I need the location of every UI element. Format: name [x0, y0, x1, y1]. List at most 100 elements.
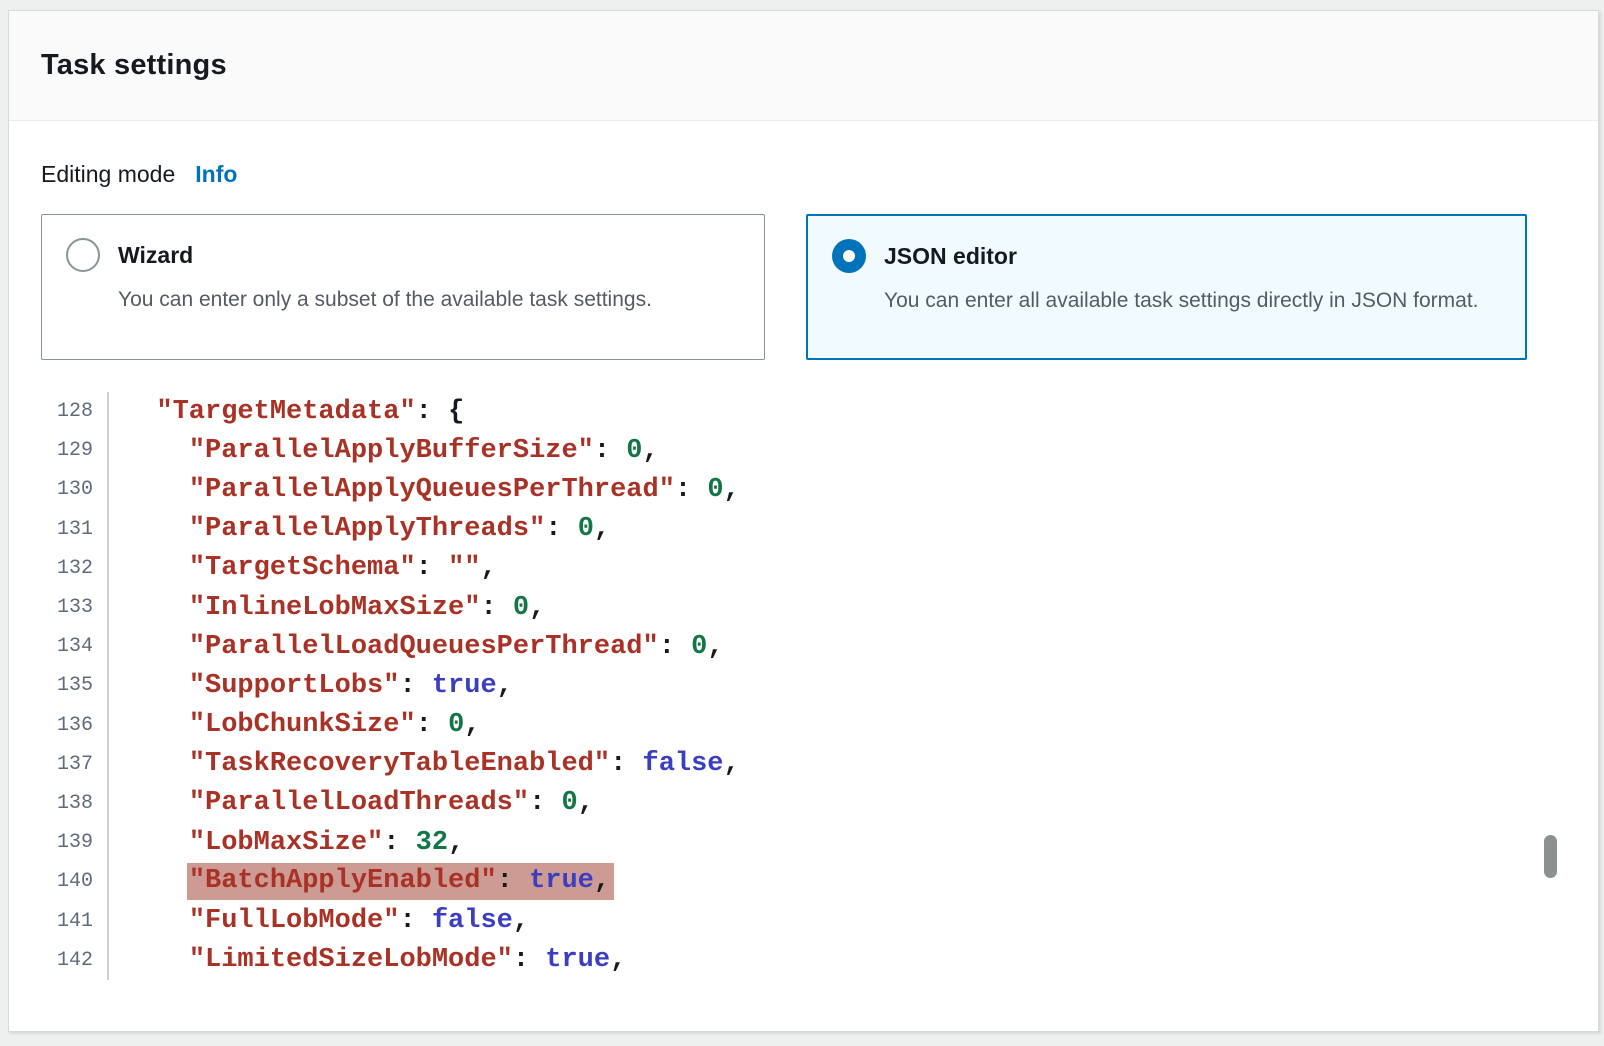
- code-line[interactable]: 131 "ParallelApplyThreads": 0,: [41, 510, 1566, 549]
- code-line[interactable]: 138 "ParallelLoadThreads": 0,: [41, 784, 1566, 823]
- json-colon: :: [545, 514, 577, 544]
- json-key: "SupportLobs": [189, 671, 400, 701]
- radio-selected-icon[interactable]: [832, 239, 866, 273]
- code-text: "LimitedSizeLobMode": true,: [109, 945, 626, 975]
- json-value: true: [545, 945, 610, 975]
- editing-mode-label: Editing mode: [41, 161, 175, 188]
- json-value: "": [448, 553, 480, 583]
- code-line[interactable]: 132 "TargetSchema": "",: [41, 549, 1566, 588]
- json-colon: :: [383, 828, 415, 858]
- json-editor-tile-description: You can enter all available task setting…: [884, 284, 1479, 317]
- scrollbar-thumb[interactable]: [1544, 835, 1557, 878]
- code-line[interactable]: 139 "LobMaxSize": 32,: [41, 823, 1566, 862]
- line-number: 133: [41, 588, 109, 627]
- json-comma: ,: [724, 749, 740, 779]
- json-value: {: [448, 397, 464, 427]
- json-colon: :: [416, 397, 448, 427]
- code-text: "ParallelApplyQueuesPerThread": 0,: [109, 475, 740, 505]
- json-comma: ,: [707, 632, 723, 662]
- code-text: "InlineLobMaxSize": 0,: [109, 593, 545, 623]
- json-comma: ,: [529, 593, 545, 623]
- code-line[interactable]: 129 "ParallelApplyBufferSize": 0,: [41, 431, 1566, 470]
- json-comma: ,: [480, 553, 496, 583]
- wizard-tile-label: Wizard: [118, 237, 652, 273]
- json-editor-tile[interactable]: JSON editor You can enter all available …: [806, 214, 1527, 360]
- code-line[interactable]: 133 "InlineLobMaxSize": 0,: [41, 588, 1566, 627]
- json-key: "TargetSchema": [189, 553, 416, 583]
- json-key: "ParallelApplyThreads": [189, 514, 545, 544]
- line-number: 141: [41, 901, 109, 940]
- json-key: "TaskRecoveryTableEnabled": [189, 749, 610, 779]
- json-value: 0: [513, 593, 529, 623]
- json-value: 0: [626, 436, 642, 466]
- json-comma: ,: [724, 475, 740, 505]
- json-key: "TargetMetadata": [156, 397, 415, 427]
- wizard-tile[interactable]: Wizard You can enter only a subset of th…: [41, 214, 765, 360]
- json-key: "ParallelApplyBufferSize": [189, 436, 594, 466]
- code-text: "TargetMetadata": {: [109, 397, 464, 427]
- code-text: "FullLobMode": false,: [109, 906, 529, 936]
- panel-header: Task settings: [9, 11, 1598, 121]
- json-value: 0: [707, 475, 723, 505]
- panel-body: Editing mode Info Wizard You can enter o…: [9, 121, 1598, 980]
- line-number: 130: [41, 470, 109, 509]
- code-line[interactable]: 141 "FullLobMode": false,: [41, 901, 1566, 940]
- json-comma: ,: [464, 710, 480, 740]
- json-value: 32: [416, 828, 448, 858]
- json-colon: :: [416, 553, 448, 583]
- code-line[interactable]: 135 "SupportLobs": true,: [41, 666, 1566, 705]
- json-editor-tile-content: JSON editor You can enter all available …: [884, 238, 1479, 336]
- radio-unselected-icon[interactable]: [66, 238, 100, 272]
- json-colon: :: [416, 710, 448, 740]
- json-colon: :: [529, 788, 561, 818]
- editing-mode-tiles: Wizard You can enter only a subset of th…: [41, 214, 1566, 360]
- json-comma: ,: [497, 671, 513, 701]
- code-text: "ParallelApplyThreads": 0,: [109, 514, 610, 544]
- info-link[interactable]: Info: [195, 161, 237, 188]
- line-number: 131: [41, 510, 109, 549]
- code-line[interactable]: 137 "TaskRecoveryTableEnabled": false,: [41, 745, 1566, 784]
- panel-title: Task settings: [41, 49, 227, 82]
- json-colon: :: [399, 671, 431, 701]
- json-colon: :: [497, 866, 529, 896]
- json-key: "LobChunkSize": [189, 710, 416, 740]
- code-line[interactable]: 134 "ParallelLoadQueuesPerThread": 0,: [41, 627, 1566, 666]
- highlighted-range: "BatchApplyEnabled": true,: [187, 863, 614, 900]
- json-value: true: [529, 866, 594, 896]
- editing-mode-row: Editing mode Info: [41, 161, 1566, 188]
- line-number: 129: [41, 431, 109, 470]
- json-colon: :: [480, 593, 512, 623]
- code-text: "ParallelApplyBufferSize": 0,: [109, 436, 659, 466]
- code-line[interactable]: 136 "LobChunkSize": 0,: [41, 706, 1566, 745]
- code-line[interactable]: 130 "ParallelApplyQueuesPerThread": 0,: [41, 470, 1566, 509]
- json-key: "LobMaxSize": [189, 828, 383, 858]
- code-text: "LobMaxSize": 32,: [109, 828, 464, 858]
- line-number: 135: [41, 666, 109, 705]
- json-colon: :: [675, 475, 707, 505]
- code-text: "LobChunkSize": 0,: [109, 710, 480, 740]
- code-text: "TaskRecoveryTableEnabled": false,: [109, 749, 740, 779]
- code-text: "BatchApplyEnabled": true,: [109, 863, 614, 900]
- code-line[interactable]: 128 "TargetMetadata": {: [41, 392, 1566, 431]
- wizard-tile-description: You can enter only a subset of the avail…: [118, 283, 652, 316]
- json-comma: ,: [513, 906, 529, 936]
- code-text: "ParallelLoadQueuesPerThread": 0,: [109, 632, 724, 662]
- code-text: "TargetSchema": "",: [109, 553, 497, 583]
- line-number: 142: [41, 941, 109, 980]
- json-key: "InlineLobMaxSize": [189, 593, 481, 623]
- code-line[interactable]: 140 "BatchApplyEnabled": true,: [41, 862, 1566, 901]
- json-comma: ,: [594, 514, 610, 544]
- json-key: "ParallelApplyQueuesPerThread": [189, 475, 675, 505]
- json-code-editor[interactable]: 128 "TargetMetadata": {129 "ParallelAppl…: [41, 392, 1566, 980]
- code-text: "ParallelLoadThreads": 0,: [109, 788, 594, 818]
- json-key: "LimitedSizeLobMode": [189, 945, 513, 975]
- json-colon: :: [659, 632, 691, 662]
- task-settings-panel: Task settings Editing mode Info Wizard Y…: [8, 10, 1599, 1032]
- json-value: false: [432, 906, 513, 936]
- json-value: 0: [561, 788, 577, 818]
- line-number: 128: [41, 392, 109, 431]
- json-editor-tile-label: JSON editor: [884, 238, 1479, 274]
- json-key: "FullLobMode": [189, 906, 400, 936]
- code-line[interactable]: 142 "LimitedSizeLobMode": true,: [41, 941, 1566, 980]
- json-value: false: [643, 749, 724, 779]
